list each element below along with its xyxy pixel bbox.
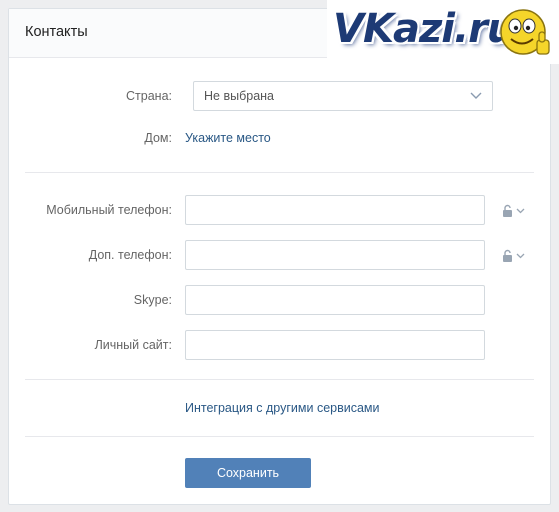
home-label: Дом: <box>144 131 172 145</box>
home-place-link[interactable]: Укажите место <box>185 131 271 145</box>
watermark-text: VKazi.ru <box>333 6 515 52</box>
lock-icon <box>503 255 512 262</box>
chevron-down-icon <box>516 208 525 214</box>
extra-phone-row: Доп. телефон: <box>9 240 550 270</box>
divider <box>25 379 534 380</box>
divider <box>25 436 534 437</box>
skype-input[interactable] <box>185 285 485 315</box>
mobile-phone-input[interactable] <box>185 195 485 225</box>
skype-label: Skype: <box>133 293 172 307</box>
country-select-value: Не выбрана <box>204 89 274 103</box>
country-row: Страна: Не выбрана <box>9 81 550 111</box>
extra-phone-input[interactable] <box>185 240 485 270</box>
smiley-thumbs-up-icon <box>500 9 550 55</box>
home-row: Дом: Укажите место <box>9 131 550 149</box>
country-label: Страна: <box>126 89 172 103</box>
website-row: Личный сайт: <box>9 330 550 360</box>
website-label: Личный сайт: <box>94 338 172 352</box>
integration-link[interactable]: Интеграция с другими сервисами <box>185 401 380 415</box>
extra-phone-label: Доп. телефон: <box>88 248 172 262</box>
mobile-phone-row: Мобильный телефон: <box>9 195 550 225</box>
mobile-phone-label: Мобильный телефон: <box>46 203 172 217</box>
contacts-card: Контакты Страна: Не выбрана Дом: Укажите… <box>8 8 551 505</box>
website-input[interactable] <box>185 330 485 360</box>
page-title: Контакты <box>25 24 88 40</box>
privacy-lock-dropdown[interactable] <box>502 204 528 218</box>
lock-icon <box>503 210 512 217</box>
country-select[interactable]: Не выбрана <box>193 81 493 111</box>
privacy-lock-dropdown[interactable] <box>502 249 528 263</box>
chevron-down-icon <box>470 92 482 99</box>
divider <box>25 172 534 173</box>
save-button[interactable]: Сохранить <box>185 458 311 488</box>
skype-row: Skype: <box>9 285 550 315</box>
watermark: VKazi.ru <box>327 0 559 64</box>
chevron-down-icon <box>516 253 525 259</box>
